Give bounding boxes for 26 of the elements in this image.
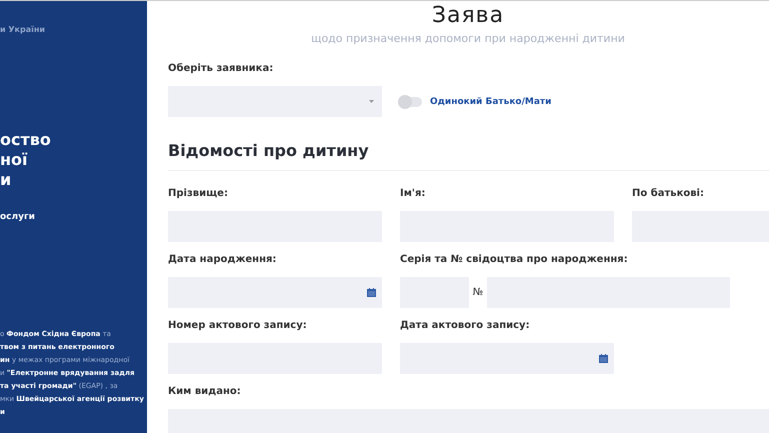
calendar-icon[interactable]	[599, 354, 608, 363]
service-title: ної	[0, 150, 29, 170]
applicant-select[interactable]	[168, 86, 382, 117]
field-label: Ким видано:	[168, 386, 242, 399]
field-label: По батькові:	[632, 188, 705, 201]
caret-icon	[369, 100, 374, 103]
date-field[interactable]	[168, 277, 382, 308]
field-label: Номер актового запису:	[168, 320, 308, 333]
service-subtitle: ослуги	[0, 212, 36, 222]
service-title: оство	[0, 130, 52, 150]
date-field[interactable]	[400, 343, 614, 374]
field-label: Серія та № свідоцтва про народження:	[400, 254, 629, 267]
field-label: Ім'я:	[400, 188, 426, 201]
field-label: Дата народження:	[168, 254, 278, 267]
calendar-icon[interactable]	[367, 288, 376, 297]
toggle-label: Одинокий Батько/Мати	[430, 96, 552, 106]
field-label: Оберіть заявника:	[168, 63, 274, 76]
toggle-switch[interactable]	[400, 96, 422, 106]
number-sign: №	[472, 287, 484, 298]
field-label: Дата актового запису:	[400, 320, 531, 333]
org-name: и України	[0, 25, 46, 34]
page-subtitle: щодо призначення допомоги при народженні дитини	[311, 32, 625, 45]
page-title: Заява	[432, 3, 504, 28]
field-label: Прізвище:	[168, 188, 229, 201]
section-title: Відомості про дитину	[168, 141, 769, 171]
service-title: и	[0, 170, 12, 190]
